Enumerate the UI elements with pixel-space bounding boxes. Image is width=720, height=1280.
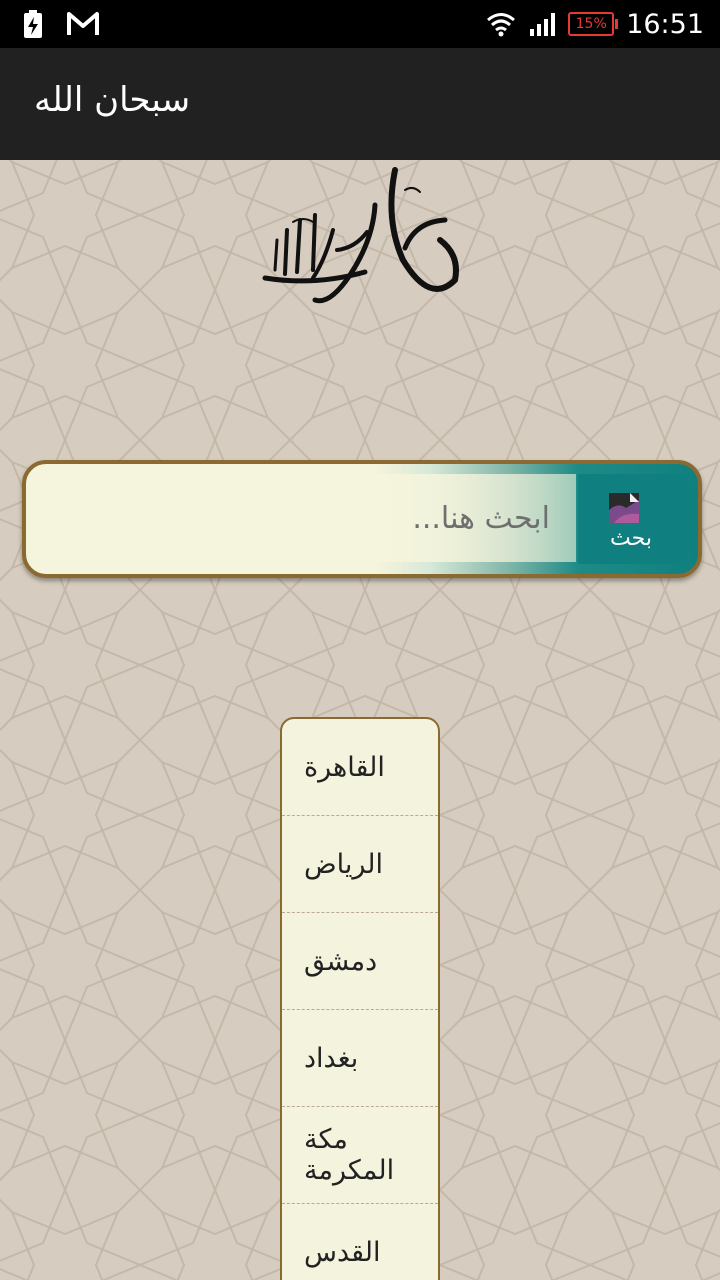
- battery-indicator: 15%: [568, 12, 619, 36]
- list-item[interactable]: بغداد: [282, 1010, 438, 1107]
- calligraphy-logo: [262, 167, 459, 304]
- wifi-icon: [487, 13, 516, 37]
- signal-icon: [530, 13, 556, 36]
- list-item[interactable]: القاهرة: [282, 719, 438, 816]
- app-title: سبحان الله: [34, 80, 191, 120]
- search-bar: بحث: [22, 460, 702, 578]
- search-input[interactable]: [30, 474, 576, 562]
- city-list: القاهرة الرياض دمشق بغداد مكة المكرمة ال…: [280, 717, 440, 1280]
- battery-charging-icon: [24, 10, 42, 38]
- search-button-label: بحث: [610, 526, 652, 551]
- status-time: 16:51: [626, 8, 704, 40]
- app-bar: سبحان الله: [0, 48, 720, 160]
- status-bar: 15% 16:51: [0, 0, 720, 48]
- search-image-icon: [609, 493, 639, 523]
- list-item[interactable]: مكة المكرمة: [282, 1107, 438, 1204]
- list-item[interactable]: القدس: [282, 1204, 438, 1280]
- search-button[interactable]: بحث: [578, 474, 690, 564]
- gmail-icon: [67, 12, 99, 35]
- list-item[interactable]: دمشق: [282, 913, 438, 1010]
- list-item[interactable]: الرياض: [282, 816, 438, 913]
- main-content: بحث القاهرة الرياض دمشق بغداد مكة المكرم…: [0, 160, 720, 1280]
